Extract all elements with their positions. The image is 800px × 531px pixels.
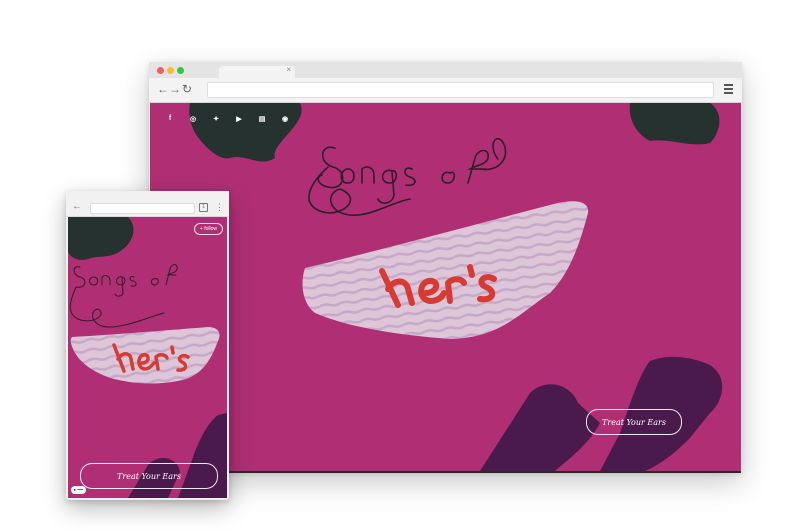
desktop-browser-window: × ← → ↻ f ◎ ✦ ▶ ▤ ◉ Treat Your Ears (149, 62, 742, 473)
audio-player-pill[interactable]: ▸ ━━ (71, 486, 86, 494)
mobile-page-viewport: + follow Treat Your Ears ▸ ━━ (68, 217, 227, 498)
mobile-hero-artwork (68, 217, 227, 498)
address-bar[interactable] (207, 82, 714, 98)
forward-arrow-icon[interactable]: → (169, 82, 181, 96)
maximize-window-button[interactable] (177, 67, 184, 74)
mobile-device-frame: ← 1 ⋮ + follow Treat Your Ears ▸ ━━ (66, 191, 229, 500)
follow-button[interactable]: + follow (193, 223, 223, 235)
mobile-status-bar (66, 191, 229, 200)
mobile-treat-your-ears-button[interactable]: Treat Your Ears (80, 463, 218, 489)
hamburger-menu-icon[interactable] (724, 84, 733, 96)
minimize-window-button[interactable] (167, 67, 174, 74)
reload-icon[interactable]: ↻ (182, 82, 192, 96)
bandcamp-icon[interactable]: ▤ (255, 115, 269, 123)
desktop-page-viewport: f ◎ ✦ ▶ ▤ ◉ Treat Your Ears (150, 103, 741, 473)
striped-banner (302, 201, 589, 339)
mobile-browser-toolbar: ← 1 ⋮ (66, 200, 229, 217)
social-links: f ◎ ✦ ▶ ▤ ◉ (163, 115, 292, 123)
spotify-icon[interactable]: ◉ (278, 115, 292, 123)
twitter-icon[interactable]: ✦ (209, 115, 223, 123)
tab-switcher-icon[interactable]: 1 (199, 203, 208, 212)
tab-close-icon[interactable]: × (286, 65, 291, 74)
treat-your-ears-button[interactable]: Treat Your Ears (586, 409, 682, 435)
close-window-button[interactable] (157, 67, 164, 74)
mobile-address-bar[interactable] (90, 203, 195, 214)
browser-toolbar: ← → ↻ (149, 78, 742, 103)
browser-tab[interactable]: × (219, 65, 295, 78)
back-arrow-icon[interactable]: ← (72, 201, 82, 212)
more-options-icon[interactable]: ⋮ (215, 201, 224, 213)
mobile-songs-of-title (69, 264, 178, 328)
instagram-icon[interactable]: ◎ (186, 115, 200, 123)
facebook-icon[interactable]: f (163, 115, 177, 123)
songs-of-handwritten-title (308, 137, 507, 216)
mobile-treat-your-ears-label: Treat Your Ears (117, 471, 181, 481)
youtube-icon[interactable]: ▶ (232, 115, 246, 123)
browser-titlebar: × (149, 62, 742, 78)
treat-your-ears-label: Treat Your Ears (602, 417, 666, 427)
back-arrow-icon[interactable]: ← (157, 82, 169, 96)
